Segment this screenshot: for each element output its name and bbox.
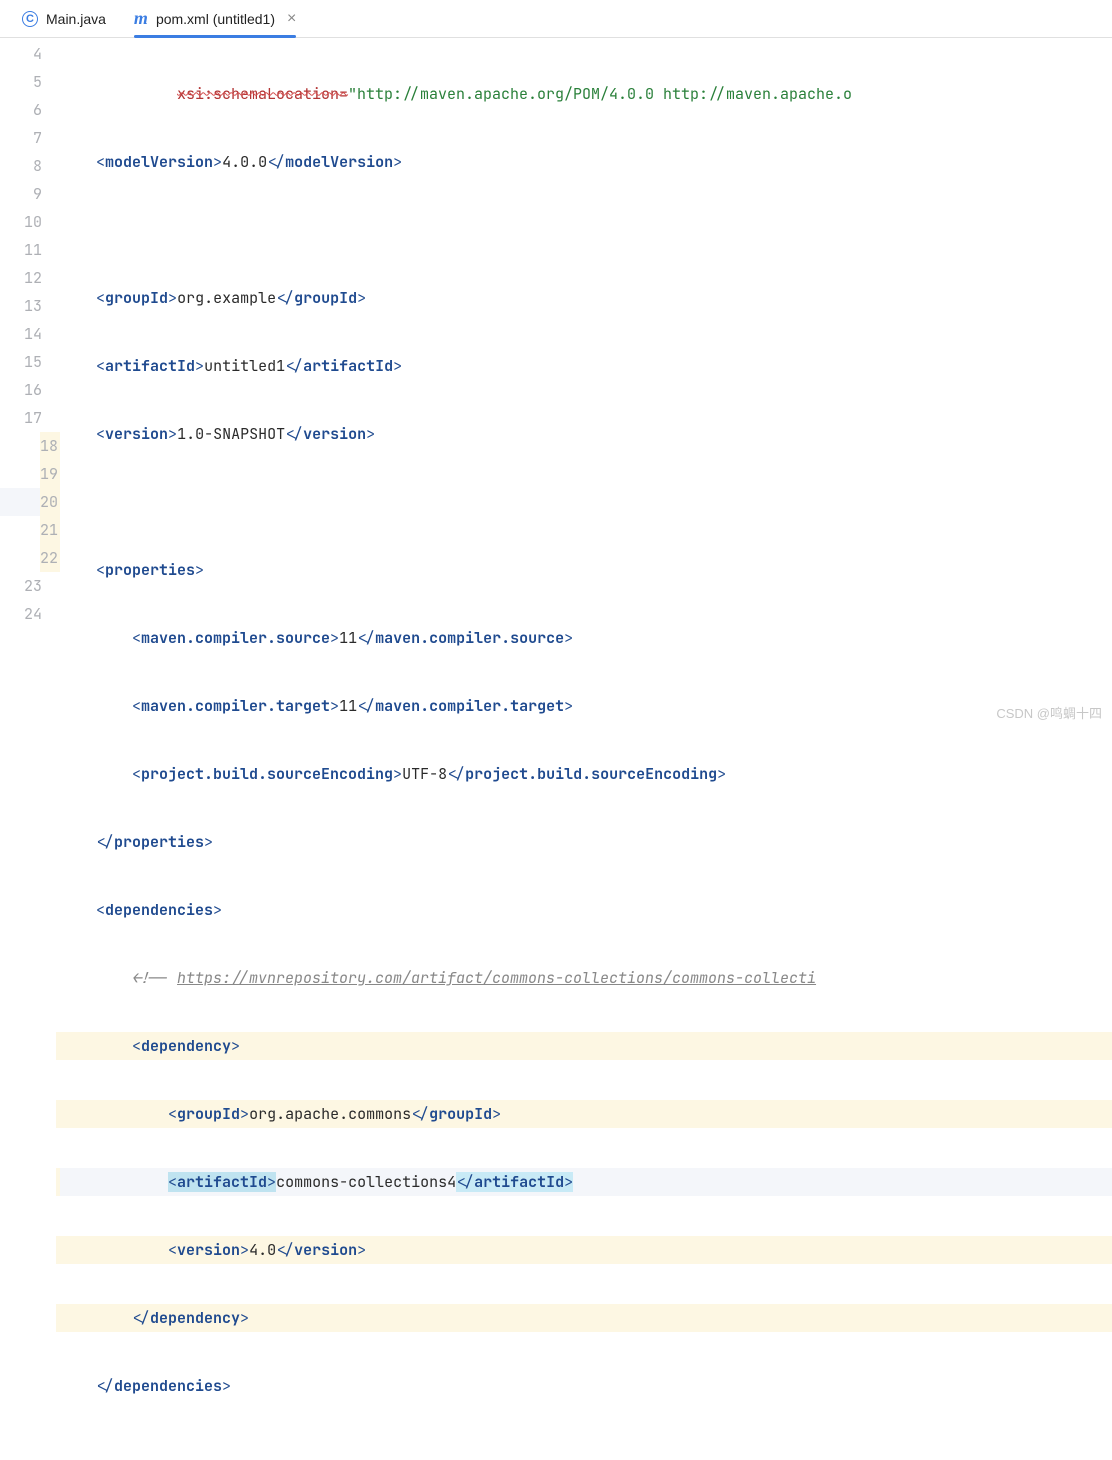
watermark: CSDN @鸣蜩十四 <box>996 703 1102 722</box>
code-line[interactable]: <properties> <box>60 556 1112 584</box>
close-icon[interactable]: × <box>287 10 296 28</box>
code-line[interactable]: <dependencies> <box>60 896 1112 924</box>
editor-tabs: C Main.java m pom.xml (untitled1) × <box>0 0 1112 38</box>
code-editor[interactable]: 4 5 6 7 8 9 10 11 12 13 14 15 16 17 18 1… <box>0 38 1112 1460</box>
code-line[interactable] <box>60 1440 1112 1460</box>
tab-main-java[interactable]: C Main.java <box>8 0 120 37</box>
tab-label: pom.xml (untitled1) <box>156 11 275 27</box>
code-line[interactable]: </dependency> <box>60 1304 1112 1332</box>
code-line[interactable]: <groupId>org.example</groupId> <box>60 284 1112 312</box>
code-line[interactable] <box>60 216 1112 244</box>
code-line[interactable]: xsi:schemaLocation="http://maven.apache.… <box>60 80 1112 108</box>
java-class-icon: C <box>22 11 38 27</box>
maven-icon: m <box>134 8 148 29</box>
code-line[interactable]: <dependency> <box>60 1032 1112 1060</box>
code-line[interactable]: </dependencies> <box>60 1372 1112 1400</box>
code-line[interactable]: <version>1.0-SNAPSHOT</version> <box>60 420 1112 448</box>
code-line[interactable]: <artifactId>untitled1</artifactId> <box>60 352 1112 380</box>
code-line[interactable]: <artifactId>commons-collections4</artifa… <box>60 1168 1112 1196</box>
code-area[interactable]: xsi:schemaLocation="http://maven.apache.… <box>60 38 1112 1460</box>
code-line[interactable]: <version>4.0</version> <box>60 1236 1112 1264</box>
code-line[interactable]: <modelVersion>4.0.0</modelVersion> <box>60 148 1112 176</box>
tab-pom-xml[interactable]: m pom.xml (untitled1) × <box>120 0 310 37</box>
code-line[interactable]: <maven.compiler.target>11</maven.compile… <box>60 692 1112 720</box>
code-line[interactable]: <groupId>org.apache.commons</groupId> <box>60 1100 1112 1128</box>
code-line[interactable]: <!-- https://mvnrepository.com/artifact/… <box>60 964 1112 992</box>
code-line[interactable]: <project.build.sourceEncoding>UTF-8</pro… <box>60 760 1112 788</box>
line-gutter: 4 5 6 7 8 9 10 11 12 13 14 15 16 17 18 1… <box>0 38 60 1460</box>
code-line[interactable]: <maven.compiler.source>11</maven.compile… <box>60 624 1112 652</box>
tab-label: Main.java <box>46 11 106 27</box>
code-line[interactable] <box>60 488 1112 516</box>
code-line[interactable]: </properties> <box>60 828 1112 856</box>
